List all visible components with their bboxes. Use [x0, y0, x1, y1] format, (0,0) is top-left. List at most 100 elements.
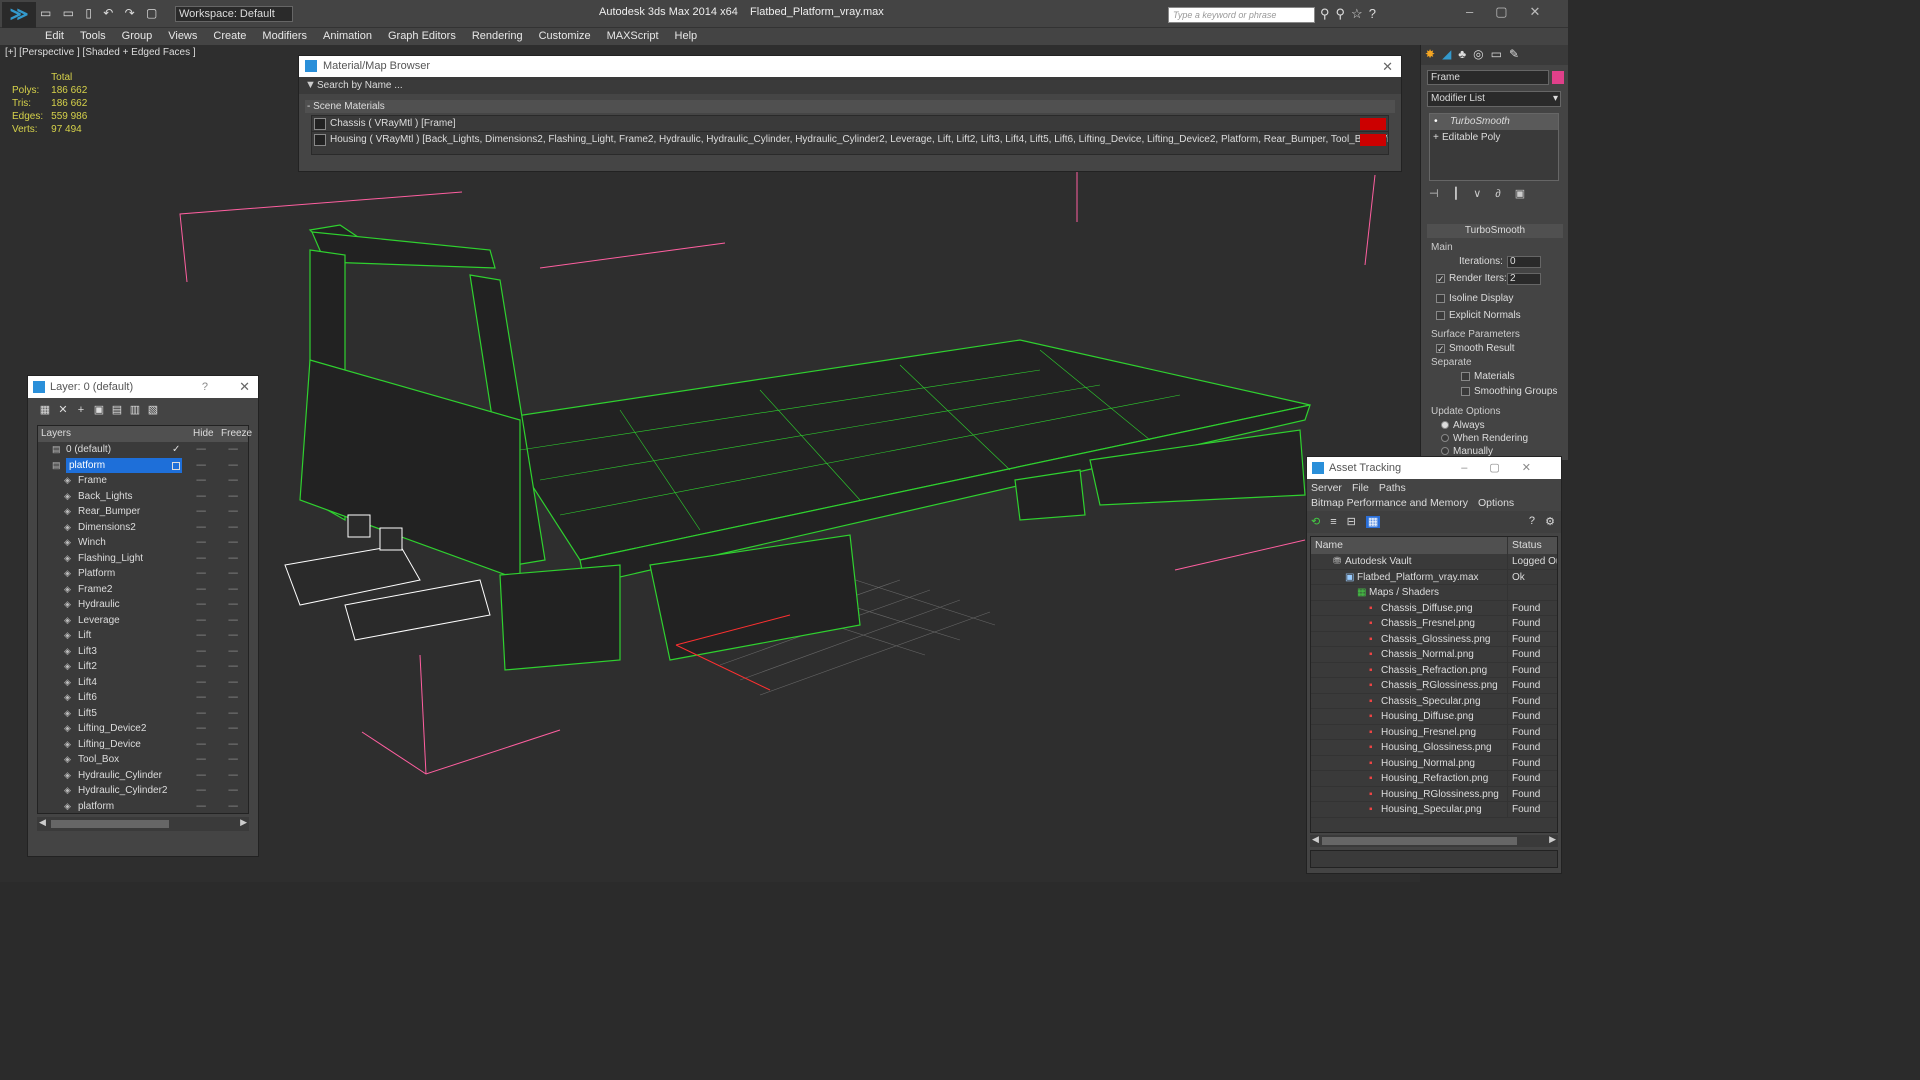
asset-row[interactable]: ▣ Flatbed_Platform_vray.max Ok [1311, 569, 1557, 585]
utilities-tab-icon[interactable]: ✎ [1509, 47, 1526, 61]
asset-path-field[interactable] [1310, 850, 1558, 868]
hide-toggle[interactable]: ---- [196, 768, 206, 784]
menu-rendering[interactable]: Rendering [464, 28, 531, 45]
layer-row[interactable]: ◈ Platform ---- ---- [38, 566, 248, 582]
menu-help[interactable]: Help [667, 28, 706, 45]
close-icon[interactable]: ✕ [239, 376, 250, 398]
layer-row[interactable]: ◈ Lifting_Device2 ---- ---- [38, 721, 248, 737]
menu-file[interactable]: File [1352, 482, 1369, 494]
menu-modifiers[interactable]: Modifiers [254, 28, 315, 45]
asset-row[interactable]: ⛃ Autodesk Vault Logged Ou [1311, 554, 1557, 570]
layer-row[interactable]: ◈ Hydraulic_Cylinder2 ---- ---- [38, 783, 248, 799]
material-browser-titlebar[interactable]: Material/Map Browser ✕ [299, 56, 1401, 77]
infocenter-icons[interactable]: ⚲⚲☆? [1320, 6, 1382, 22]
menu-views[interactable]: Views [160, 28, 205, 45]
menu-maxscript[interactable]: MAXScript [599, 28, 667, 45]
pin-stack-icon[interactable]: ⊣ [1429, 188, 1453, 200]
layer-row[interactable]: ◈ Lift2 ---- ---- [38, 659, 248, 675]
modifier-list-dropdown[interactable]: Modifier List ▾ [1427, 91, 1561, 107]
configure-sets-icon[interactable]: ▣ [1515, 188, 1539, 200]
layer-row[interactable]: ◈ Back_Lights ---- ---- [38, 489, 248, 505]
table-view-icon[interactable]: ▦ [1365, 516, 1381, 528]
asset-row[interactable]: ▪ Chassis_Refraction.png Found [1311, 662, 1557, 678]
freeze-toggle[interactable]: ---- [228, 768, 238, 784]
layer-row[interactable]: ◈ Frame ---- ---- [38, 473, 248, 489]
menu-bitmap-performance[interactable]: Bitmap Performance and Memory [1311, 497, 1468, 509]
hide-toggle[interactable]: ---- [196, 721, 206, 737]
freeze-toggle[interactable]: ---- [228, 783, 238, 799]
vault-icon[interactable]: ⚙ [1545, 515, 1555, 528]
app-logo-icon[interactable]: ≫ [2, 2, 36, 28]
hide-toggle[interactable]: ---- [196, 659, 206, 675]
search-input[interactable]: Type a keyword or phrase [1168, 7, 1315, 23]
iterations-spinner[interactable]: 0 [1507, 256, 1541, 268]
layer-row[interactable]: ▤ 0 (default) ---- ---- ✓ [38, 442, 248, 458]
hide-toggle[interactable]: ---- [196, 752, 206, 768]
render-iters-checkbox[interactable] [1436, 273, 1445, 283]
layer-row[interactable]: ◈ Flashing_Light ---- ---- [38, 551, 248, 567]
asset-row[interactable]: ▪ Housing_RGlossiness.png Found [1311, 786, 1557, 802]
dropdown-arrow-icon[interactable]: ▼ [305, 79, 316, 91]
freeze-toggle[interactable]: ---- [228, 690, 238, 706]
layer-row[interactable]: ◈ Tool_Box ---- ---- [38, 752, 248, 768]
list-view-icon[interactable]: ≡ [1330, 516, 1346, 528]
asset-row[interactable]: ▪ Housing_Refraction.png Found [1311, 771, 1557, 787]
add-to-layer-icon[interactable]: + [72, 401, 90, 419]
menu-paths[interactable]: Paths [1379, 482, 1406, 494]
hide-toggle[interactable]: ---- [196, 799, 206, 815]
column-hide[interactable]: Hide [193, 426, 214, 442]
layer-row[interactable]: ◈ Lift ---- ---- [38, 628, 248, 644]
menu-create[interactable]: Create [205, 28, 254, 45]
freeze-toggle[interactable]: ---- [228, 520, 238, 536]
hierarchy-tab-icon[interactable]: ♣ [1458, 47, 1473, 61]
hide-toggle[interactable]: ---- [196, 442, 206, 458]
asset-tracking-titlebar[interactable]: Asset Tracking –▢✕ [1307, 457, 1561, 479]
freeze-toggle[interactable]: ---- [228, 721, 238, 737]
object-color-swatch[interactable] [1552, 71, 1564, 84]
isoline-checkbox[interactable] [1436, 293, 1445, 303]
stack-item-turbosmooth[interactable]: • TurboSmooth [1430, 114, 1558, 130]
freeze-toggle[interactable]: ---- [228, 644, 238, 660]
display-tab-icon[interactable]: ▭ [1491, 47, 1509, 61]
hide-toggle[interactable]: ---- [196, 535, 206, 551]
make-unique-icon[interactable]: ∨ [1473, 188, 1495, 200]
help-icon[interactable]: ? [1529, 515, 1535, 527]
when-rendering-radio[interactable] [1441, 434, 1449, 443]
layer-row[interactable]: ◈ Rear_Bumper ---- ---- [38, 504, 248, 520]
current-layer-check-icon[interactable]: ✓ [172, 442, 180, 458]
freeze-toggle[interactable]: ---- [228, 799, 238, 815]
material-search-input[interactable]: Search by Name ... [317, 77, 1395, 93]
layer-row[interactable]: ◈ Winch ---- ---- [38, 535, 248, 551]
hide-toggle[interactable]: ---- [196, 706, 206, 722]
freeze-toggle[interactable]: ---- [228, 535, 238, 551]
hide-toggle[interactable]: ---- [196, 628, 206, 644]
lightbulb-icon[interactable]: • [1434, 114, 1438, 130]
layer-row[interactable]: ◈ Lift4 ---- ---- [38, 675, 248, 691]
layer-row[interactable]: ◈ Frame2 ---- ---- [38, 582, 248, 598]
layer-row[interactable]: ◈ Lift3 ---- ---- [38, 644, 248, 660]
hide-toggle[interactable]: ---- [196, 489, 206, 505]
asset-row[interactable]: ▪ Chassis_Fresnel.png Found [1311, 616, 1557, 632]
hide-toggle[interactable]: ---- [196, 597, 206, 613]
stack-item-editable-poly[interactable]: + Editable Poly [1430, 130, 1558, 146]
hide-toggle[interactable]: ---- [196, 690, 206, 706]
menu-tools[interactable]: Tools [72, 28, 114, 45]
hide-toggle[interactable]: ---- [196, 566, 206, 582]
motion-tab-icon[interactable]: ◎ [1473, 47, 1490, 61]
highlight-layer-icon[interactable]: ▤ [108, 401, 126, 419]
window-controls[interactable]: –▢✕ [1461, 457, 1553, 479]
layer-row[interactable]: ▤ platform ---- ---- [38, 457, 248, 473]
freeze-toggle[interactable]: ---- [228, 706, 238, 722]
column-layers[interactable]: Layers [41, 426, 71, 442]
hide-toggle[interactable]: ---- [196, 675, 206, 691]
asset-row[interactable]: ▪ Housing_Glossiness.png Found [1311, 740, 1557, 756]
hide-toggle[interactable]: ---- [196, 737, 206, 753]
smooth-result-checkbox[interactable] [1436, 343, 1445, 353]
asset-row[interactable]: ▪ Housing_Specular.png Found [1311, 802, 1557, 818]
asset-row[interactable]: ▪ Chassis_Diffuse.png Found [1311, 600, 1557, 616]
modify-tab-icon[interactable]: ◢ [1442, 47, 1458, 61]
layer-row[interactable]: ◈ platform ---- ---- [38, 799, 248, 815]
close-icon[interactable]: ✕ [1382, 56, 1393, 77]
asset-row[interactable]: ▪ Housing_Diffuse.png Found [1311, 709, 1557, 725]
layer-horizontal-scrollbar[interactable]: ◀ ▶ [37, 817, 249, 831]
